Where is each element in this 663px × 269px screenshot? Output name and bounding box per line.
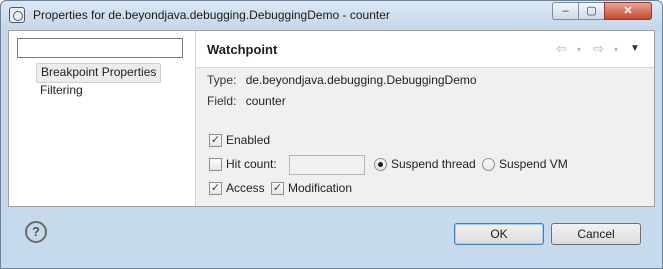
forward-arrow-icon[interactable]: ⇨: [593, 41, 604, 57]
nav-item-breakpoint-properties[interactable]: Breakpoint Properties: [36, 63, 162, 83]
view-menu-icon[interactable]: ▼: [630, 43, 640, 54]
page-content: Watchpoint ⇦ ▾ ⇨ ▾ ▼ Type: de.beyondjava…: [196, 31, 654, 206]
suspend-thread-radio[interactable]: [374, 158, 387, 171]
cancel-button[interactable]: Cancel: [551, 223, 641, 245]
navigation-pane: Breakpoint Properties Filtering: [9, 31, 196, 206]
page-header: Watchpoint ⇦ ▾ ⇨ ▾ ▼: [196, 31, 654, 68]
minimize-button[interactable]: –: [552, 2, 579, 20]
access-label[interactable]: Access: [226, 181, 265, 195]
help-icon[interactable]: ?: [25, 221, 47, 243]
window-title: Properties for de.beyondjava.debugging.D…: [33, 8, 390, 22]
enabled-checkbox[interactable]: ✓: [209, 134, 222, 147]
field-label: Field:: [207, 94, 237, 108]
access-checkbox[interactable]: ✓: [209, 182, 222, 195]
button-bar: ? OK Cancel: [1, 208, 662, 268]
modification-label[interactable]: Modification: [288, 181, 352, 195]
suspend-thread-label[interactable]: Suspend thread: [391, 157, 476, 171]
forward-dropdown-icon[interactable]: ▾: [614, 45, 618, 54]
title-bar[interactable]: Properties for de.beyondjava.debugging.D…: [1, 1, 662, 29]
type-value: de.beyondjava.debugging.DebuggingDemo: [245, 73, 477, 87]
properties-dialog: Properties for de.beyondjava.debugging.D…: [0, 0, 663, 269]
field-row: Field: counter: [207, 94, 286, 108]
ok-button[interactable]: OK: [454, 223, 544, 245]
hit-count-input[interactable]: [289, 155, 365, 175]
hit-count-label[interactable]: Hit count:: [226, 157, 277, 171]
dialog-body: Breakpoint Properties Filtering Watchpoi…: [8, 30, 655, 207]
filter-input[interactable]: [17, 38, 183, 58]
suspend-vm-radio[interactable]: [482, 158, 495, 171]
nav-item-filtering[interactable]: Filtering: [36, 81, 87, 99]
type-row: Type: de.beyondjava.debugging.DebuggingD…: [207, 73, 477, 87]
close-button[interactable]: ✕: [604, 2, 652, 20]
back-arrow-icon[interactable]: ⇦: [556, 41, 567, 57]
enabled-label[interactable]: Enabled: [226, 133, 270, 147]
field-value: counter: [245, 94, 286, 108]
hit-count-checkbox[interactable]: [209, 158, 222, 171]
page-title: Watchpoint: [207, 42, 278, 57]
type-label: Type:: [207, 73, 237, 87]
maximize-button[interactable]: ▢: [578, 2, 605, 20]
modification-checkbox[interactable]: ✓: [271, 182, 284, 195]
eclipse-app-icon: [9, 7, 25, 23]
suspend-vm-label[interactable]: Suspend VM: [499, 157, 568, 171]
back-dropdown-icon[interactable]: ▾: [577, 45, 581, 54]
